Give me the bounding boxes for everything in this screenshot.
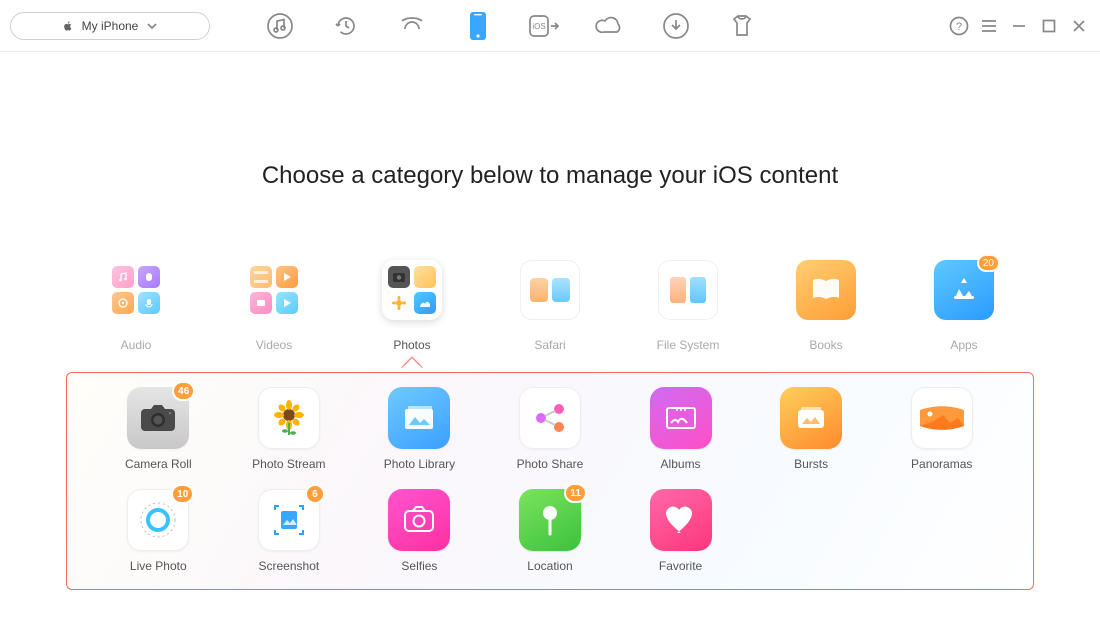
music-icon[interactable]	[264, 10, 296, 42]
badge: 46	[172, 381, 195, 401]
camera-icon	[138, 402, 178, 434]
category-audio[interactable]: Audio	[96, 260, 176, 352]
item-label: Panoramas	[878, 457, 1005, 471]
cloud-icon[interactable]	[594, 10, 626, 42]
item-photo-stream[interactable]: Photo Stream	[226, 387, 353, 471]
apple-icon	[62, 20, 74, 32]
category-label: Safari	[510, 338, 590, 352]
share-icon	[530, 398, 570, 438]
page-title: Choose a category below to manage your i…	[0, 162, 1100, 190]
panorama-icon	[917, 401, 967, 435]
item-photo-library[interactable]: Photo Library	[356, 387, 483, 471]
item-favorite[interactable]: Favorite	[617, 489, 744, 573]
category-label: Audio	[96, 338, 176, 352]
item-label: Location	[487, 559, 614, 573]
apps-badge: 20	[977, 254, 1000, 272]
screenshot-icon	[267, 498, 311, 542]
item-label: Screenshot	[226, 559, 353, 573]
item-bursts[interactable]: Bursts	[748, 387, 875, 471]
tshirt-icon[interactable]	[726, 10, 758, 42]
category-safari[interactable]: Safari	[510, 260, 590, 352]
item-panoramas[interactable]: Panoramas	[878, 387, 1005, 471]
download-icon[interactable]	[660, 10, 692, 42]
live-photo-icon	[135, 497, 181, 543]
category-label: Photos	[372, 338, 452, 352]
album-icon	[661, 401, 701, 435]
svg-text:iOS: iOS	[532, 22, 545, 31]
category-label: Videos	[234, 338, 314, 352]
backup-icon[interactable]	[396, 10, 428, 42]
selfie-icon	[399, 502, 439, 538]
library-icon	[400, 401, 438, 435]
category-row: Audio Videos Photos Safari	[0, 260, 1100, 352]
help-icon[interactable]: ?	[948, 16, 970, 36]
svg-text:?: ?	[956, 21, 962, 33]
category-filesystem[interactable]: File System	[648, 260, 728, 352]
category-videos[interactable]: Videos	[234, 260, 314, 352]
item-albums[interactable]: Albums	[617, 387, 744, 471]
item-label: Photo Stream	[226, 457, 353, 471]
device-name: My iPhone	[82, 19, 139, 33]
history-icon[interactable]	[330, 10, 362, 42]
item-location[interactable]: 11 Location	[487, 489, 614, 573]
item-screenshot[interactable]: 6 Screenshot	[226, 489, 353, 573]
badge: 6	[305, 484, 325, 504]
item-label: Selfies	[356, 559, 483, 573]
window-controls: ?	[948, 16, 1090, 36]
chevron-down-icon	[146, 20, 158, 32]
photos-detail-panel: 46 Camera Roll Photo Stream Photo Librar…	[66, 372, 1034, 590]
item-label: Camera Roll	[95, 457, 222, 471]
heart-icon	[663, 503, 699, 537]
item-label: Albums	[617, 457, 744, 471]
category-books[interactable]: Books	[786, 260, 866, 352]
item-selfies[interactable]: Selfies	[356, 489, 483, 573]
category-label: Apps	[924, 338, 1004, 352]
item-label: Photo Share	[487, 457, 614, 471]
badge: 10	[171, 484, 194, 504]
phone-icon[interactable]	[462, 10, 494, 42]
item-live-photo[interactable]: 10 Live Photo	[95, 489, 222, 573]
toolbar-nav: iOS	[234, 10, 924, 42]
maximize-icon[interactable]	[1038, 19, 1060, 33]
minimize-icon[interactable]	[1008, 18, 1030, 34]
to-ios-icon[interactable]: iOS	[528, 10, 560, 42]
pin-icon	[533, 500, 567, 540]
close-icon[interactable]	[1068, 18, 1090, 34]
burst-icon	[791, 401, 831, 435]
item-camera-roll[interactable]: 46 Camera Roll	[95, 387, 222, 471]
toolbar: My iPhone iOS ?	[0, 0, 1100, 52]
item-label: Favorite	[617, 559, 744, 573]
category-label: Books	[786, 338, 866, 352]
item-label: Photo Library	[356, 457, 483, 471]
category-photos[interactable]: Photos	[372, 260, 452, 352]
category-apps[interactable]: 20 Apps	[924, 260, 1004, 352]
item-photo-share[interactable]: Photo Share	[487, 387, 614, 471]
item-label: Live Photo	[95, 559, 222, 573]
menu-icon[interactable]	[978, 17, 1000, 35]
badge: 11	[564, 483, 587, 503]
device-selector[interactable]: My iPhone	[10, 12, 210, 40]
category-label: File System	[648, 338, 728, 352]
sunflower-icon	[266, 395, 312, 441]
item-label: Bursts	[748, 457, 875, 471]
